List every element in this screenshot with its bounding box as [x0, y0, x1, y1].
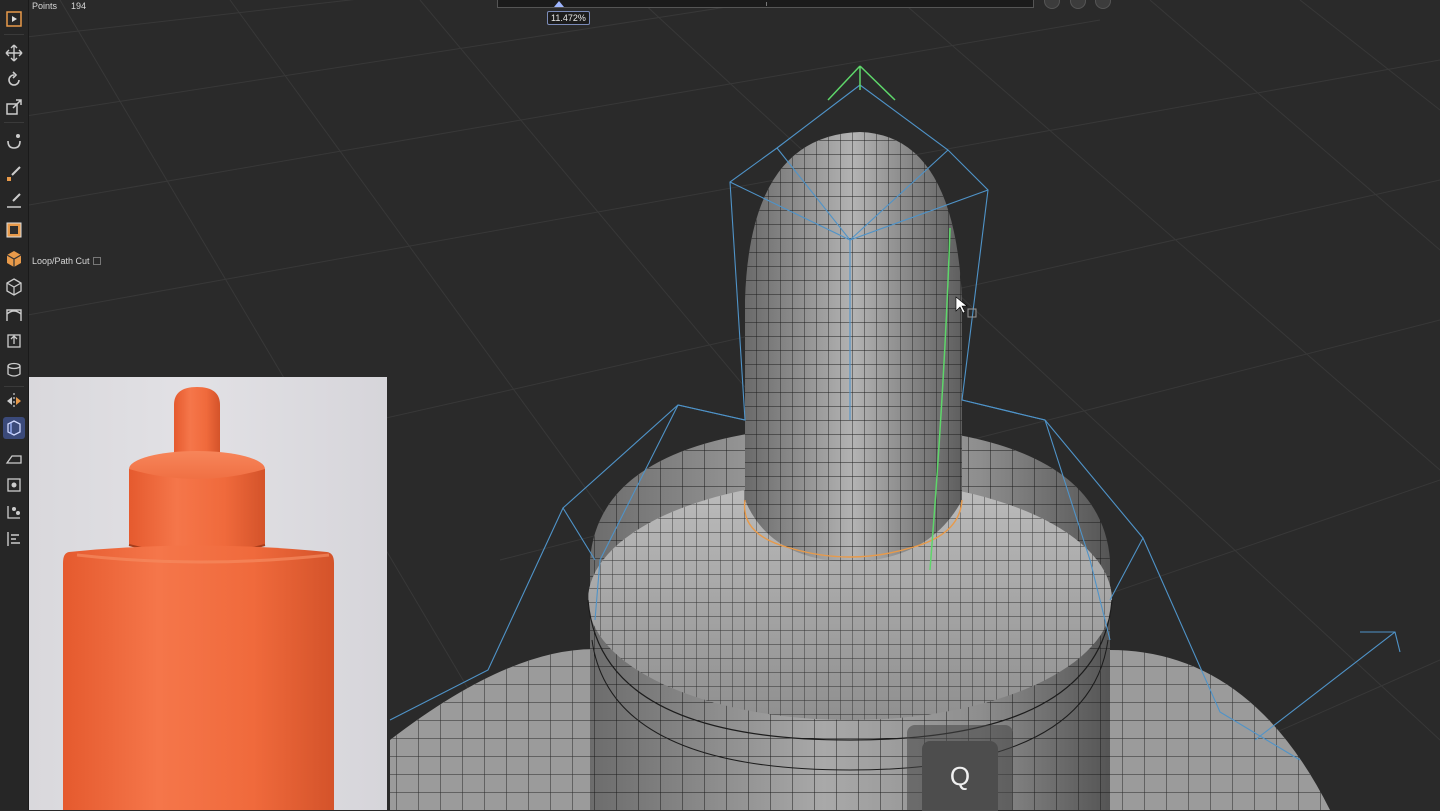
- dropper-neck-mesh: [743, 132, 963, 562]
- scale-icon[interactable]: [3, 96, 25, 118]
- left-toolbar: [0, 0, 29, 810]
- loop-cut-offset-slider[interactable]: [497, 0, 1034, 8]
- selection-tool-icon[interactable]: [3, 8, 25, 30]
- magnet-icon[interactable]: [3, 130, 25, 152]
- active-tool-hint: Loop/Path Cut: [32, 256, 101, 266]
- key-q-indicator: Q: [922, 741, 998, 811]
- align-icon[interactable]: [3, 528, 25, 550]
- mirror-icon[interactable]: [3, 390, 25, 412]
- points-label: Points: [32, 1, 58, 11]
- weld-icon[interactable]: [3, 501, 25, 523]
- bridge-icon[interactable]: [3, 303, 25, 325]
- cube-orange-icon[interactable]: [3, 248, 25, 270]
- points-counter: Points 194: [32, 0, 86, 12]
- extrude-icon[interactable]: [3, 330, 25, 352]
- points-value: 194: [71, 1, 87, 11]
- polygon-icon[interactable]: [3, 219, 25, 241]
- move-icon[interactable]: [3, 42, 25, 64]
- rotate-icon[interactable]: [3, 69, 25, 91]
- knife-icon[interactable]: [3, 163, 25, 185]
- tool-options-icon[interactable]: [92, 257, 101, 265]
- subdivide-icon[interactable]: [3, 474, 25, 496]
- bevel-icon[interactable]: [3, 190, 25, 212]
- keypress-overlay: Q: [907, 725, 1013, 811]
- cube-icon[interactable]: [3, 276, 25, 298]
- tool-hint-label: Loop/Path Cut: [32, 256, 90, 266]
- cylinder-icon[interactable]: [3, 359, 25, 381]
- reference-photo: [29, 377, 387, 810]
- loop-cut-icon[interactable]: [3, 417, 25, 439]
- iron-icon[interactable]: [3, 447, 25, 469]
- slider-value-label: 11.472%: [547, 11, 590, 25]
- slider-thumb[interactable]: [554, 1, 565, 7]
- slider-center-tick: [766, 2, 767, 6]
